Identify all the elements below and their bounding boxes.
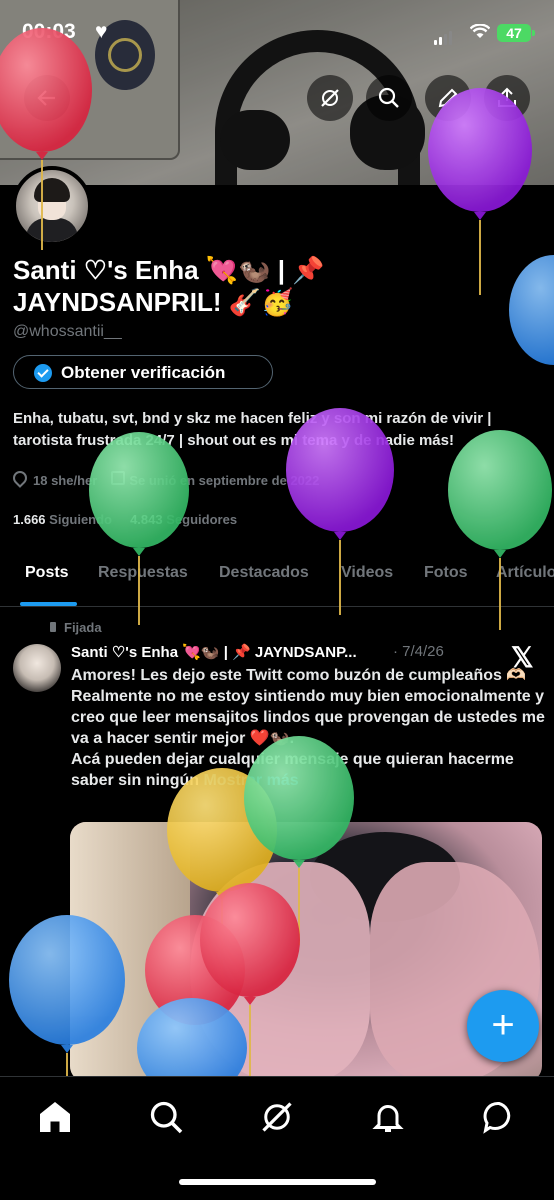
search-button[interactable] [366,75,412,121]
active-tab-indicator [20,602,77,606]
grok-icon[interactable] [259,1099,295,1135]
signal-icon [434,27,454,45]
home-indicator [179,1179,376,1185]
following-link[interactable]: 1.666 Siguiendo [13,512,112,527]
edit-button[interactable] [425,75,471,121]
profile-handle: @whossantii__ [13,323,122,340]
arrow-left-icon [37,90,55,106]
post-author[interactable]: Santi ♡'s Enha 💘🦦 | 📌 JAYNDSANP... [71,643,357,661]
post-text[interactable]: Amores! Les dejo este Twitt como buzón d… [71,665,546,791]
pinned-label: Fijada [50,620,102,635]
calendar-icon [111,471,126,485]
pin-icon [50,622,56,632]
heart-icon: ♥ [95,20,108,43]
compose-button[interactable]: + [467,990,539,1062]
back-button[interactable] [24,75,70,121]
profile-stats: 1.666 Siguiendo 4.843 Seguidores [13,512,237,527]
tab-articles[interactable]: Artículos [496,564,554,582]
grok-icon [321,89,339,107]
grok-button[interactable] [307,75,353,121]
post-avatar[interactable] [13,644,61,692]
edit-icon [438,88,458,108]
notifications-icon[interactable] [370,1099,406,1135]
battery-icon: 47 [497,24,535,42]
post-date: · 7/4/26 [393,643,444,660]
profile-avatar[interactable] [12,166,92,246]
tab-posts[interactable]: Posts [25,564,69,582]
balloon-blue [509,255,554,365]
show-more-link[interactable]: Mostrar más [203,772,298,789]
profile-name: Santi ♡'s Enha 💘🦦 | 📌 JAYNDSANPRIL! 🎸🥳 [13,255,325,317]
home-icon[interactable] [37,1099,73,1135]
tab-replies[interactable]: Respuestas [98,564,188,582]
search-icon[interactable] [148,1099,184,1135]
search-icon [378,87,399,108]
wifi-icon [469,23,491,45]
share-button[interactable] [484,75,530,121]
status-time: 00:03 [22,20,76,43]
messages-icon[interactable] [481,1099,517,1135]
profile-bio: Enha, tubatu, svt, bnd y skz me hacen fe… [13,410,492,449]
get-verified-button[interactable]: Obtener verificación [13,355,273,389]
tab-highlights[interactable]: Destacados [219,564,309,582]
verified-badge-icon [34,364,52,382]
tab-videos[interactable]: Videos [341,564,393,582]
share-icon [498,87,516,107]
followers-link[interactable]: 4.843 Seguidores [130,512,237,527]
location-icon [10,468,30,488]
profile-tabs: Posts Respuestas Destacados Videos Fotos… [0,550,554,607]
profile-meta: 18 she/her Se unió en septiembre de 2022 [10,468,319,488]
tab-photos[interactable]: Fotos [424,564,468,582]
